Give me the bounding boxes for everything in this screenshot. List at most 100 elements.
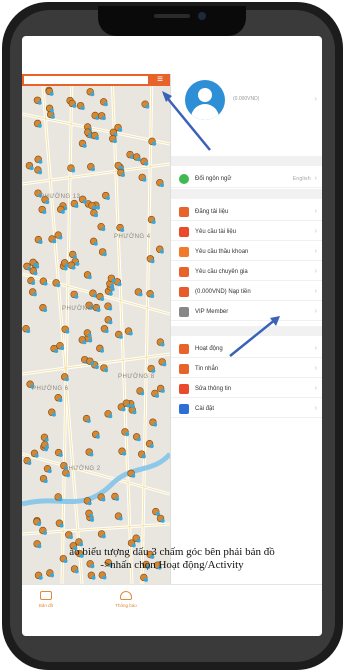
map-pin-icon	[54, 394, 63, 403]
caption-line: ->nhấn chọn Hoạt động/Activity	[100, 559, 244, 571]
section-divider	[171, 156, 322, 166]
map-pin-icon	[104, 302, 113, 311]
section-divider	[171, 189, 322, 199]
map-pin-icon	[152, 507, 160, 516]
chevron-right-icon: ›	[314, 228, 317, 235]
map-pin-icon	[151, 389, 160, 398]
vip-icon	[179, 306, 189, 317]
map-pin-icon	[25, 161, 34, 171]
wallet-icon	[179, 286, 189, 297]
map-pin-icon	[134, 288, 143, 297]
map-pin-icon	[99, 98, 108, 107]
tab-notifications[interactable]: Thông báo	[106, 591, 146, 608]
map-pin-icon	[89, 289, 98, 298]
map-pin-icon	[34, 235, 43, 244]
map-pin-icon	[76, 101, 85, 111]
map-label: PHƯỜNG 8	[118, 374, 155, 380]
map-pin-icon	[156, 384, 165, 393]
menu-item-label: Đăng tải liệu	[195, 208, 229, 215]
tab-map[interactable]: Bản đồ	[26, 591, 66, 608]
menu-item[interactable]: Đăng tải liệu ›	[171, 203, 322, 221]
map-pin-icon	[29, 267, 38, 276]
language-label: Đổi ngôn ngữ	[195, 175, 232, 182]
tab-label: Thông báo	[115, 603, 137, 608]
menu-item-label: Yêu cầu thầu khoan	[195, 248, 249, 255]
map-pin-icon	[89, 237, 98, 246]
map-label: PHƯỜNG 13	[40, 194, 81, 200]
chevron-right-icon: ›	[314, 175, 317, 182]
map-pin-icon	[82, 414, 91, 423]
map-pin-icon	[70, 199, 79, 208]
chevron-right-icon: ›	[314, 94, 317, 103]
bell-icon	[120, 591, 132, 600]
document-icon	[179, 226, 189, 237]
map-label: PHƯỜNG 2	[64, 466, 101, 472]
map-pin-icon	[97, 493, 106, 502]
menu-item[interactable]: Tin nhắn ›	[171, 360, 322, 378]
language-row[interactable]: Đổi ngôn ngữ English ›	[171, 170, 322, 188]
menu-item[interactable]: Yêu cầu tài liệu ›	[171, 223, 322, 241]
map-pin-icon	[124, 327, 133, 336]
map-view[interactable]: PHƯỜNG 13 PHƯỜNG 4 PHƯỜNG 8 PHƯỜNG 5 PHƯ…	[22, 74, 170, 584]
chevron-right-icon: ›	[314, 288, 317, 295]
upload-icon	[179, 206, 189, 217]
map-pin-icon	[34, 155, 43, 164]
map-pin-icon	[78, 139, 87, 148]
map-pin-icon	[29, 258, 38, 267]
map-toolbar: ≡	[22, 74, 170, 86]
map-pin-icon	[118, 447, 127, 456]
chevron-right-icon: ›	[314, 208, 317, 215]
chevron-right-icon: ›	[314, 268, 317, 275]
map-pin-icon	[132, 153, 141, 162]
menu-item[interactable]: Yêu cầu thầu khoan ›	[171, 243, 322, 261]
map-pin-icon	[156, 338, 165, 347]
language-value: English	[292, 175, 311, 182]
menu-item[interactable]: VIP Member ›	[171, 303, 322, 321]
map-pin-icon	[132, 433, 141, 442]
map-pin-icon	[60, 373, 69, 382]
menu-item-label: Hoạt động	[195, 345, 223, 352]
map-search-input[interactable]	[24, 76, 148, 84]
map-pin-icon	[48, 408, 56, 417]
menu-item[interactable]: Yêu cầu chuyên gia ›	[171, 263, 322, 281]
map-pin-icon	[98, 571, 107, 580]
drill-icon	[179, 246, 189, 257]
map-pin-icon	[33, 119, 42, 128]
menu-item[interactable]: Cài đặt ›	[171, 400, 322, 418]
map-pin-icon	[149, 418, 158, 427]
language-icon	[179, 173, 189, 184]
menu-item[interactable]: Hoạt động ›	[171, 340, 322, 358]
camera-icon	[198, 12, 206, 20]
map-pin-icon	[85, 448, 94, 457]
menu-item[interactable]: (0.000VND) Nạp tiền ›	[171, 283, 322, 301]
map-pin-icon	[96, 344, 105, 353]
map-pin-icon	[34, 166, 43, 175]
menu-item[interactable]: Sửa thông tin ›	[171, 380, 322, 398]
map-pin-icon	[39, 277, 48, 286]
map-street	[141, 74, 153, 584]
map-label: PHƯỜNG 6	[32, 386, 69, 392]
map-street	[22, 163, 170, 185]
map-pin-icon	[136, 387, 145, 396]
map-pin-icon	[83, 271, 92, 280]
menu-item-label: (0.000VND) Nạp tiền	[195, 288, 251, 295]
tab-label: Bản đồ	[38, 603, 54, 608]
menu-item-label: Yêu cầu chuyên gia	[195, 268, 248, 275]
chevron-right-icon: ›	[314, 345, 317, 352]
map-pin-icon	[86, 88, 95, 97]
map-pin-icon	[69, 250, 77, 259]
chevron-right-icon: ›	[314, 405, 317, 412]
map-pin-icon	[104, 410, 113, 419]
map-pin-icon	[23, 456, 32, 465]
map-pin-icon	[158, 358, 167, 367]
map-pin-icon	[98, 248, 107, 257]
menu-icon[interactable]: ≡	[150, 74, 170, 86]
profile-header[interactable]: (0.000VND) ›	[171, 74, 322, 156]
map-pin-icon	[33, 96, 42, 105]
menu-item-label: Sửa thông tin	[195, 385, 232, 392]
map-pin-icon	[156, 514, 165, 523]
map-pin-icon	[34, 571, 43, 580]
chevron-right-icon: ›	[314, 308, 317, 315]
map-pin-icon	[91, 131, 99, 141]
map-pin-icon	[40, 433, 49, 442]
